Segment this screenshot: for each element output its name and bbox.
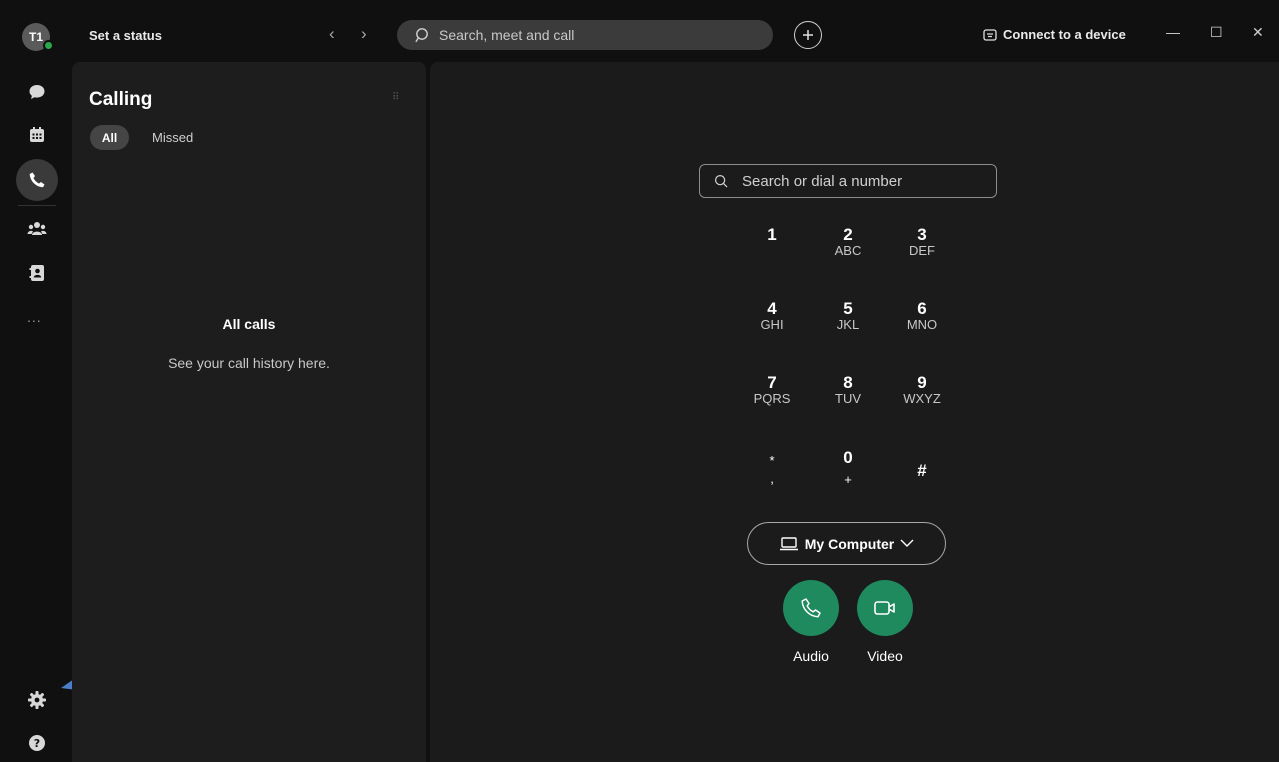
empty-state-subtitle: See your call history here. [168,355,330,371]
gear-icon[interactable] [27,690,47,710]
dialpad-key-4[interactable]: 4 GHI [747,300,797,332]
avatar-initials: T1 [28,30,43,44]
key-digit: 9 [917,373,927,392]
plus-icon [803,30,813,40]
key-digit: * [769,453,775,468]
svg-text:?: ? [34,737,40,750]
key-digit: # [917,461,927,480]
key-digit: 5 [843,299,853,318]
phone-icon[interactable] [27,170,47,190]
key-letters: WXYZ [903,391,941,406]
presence-indicator [43,40,54,51]
help-icon[interactable]: ? [27,733,47,753]
key-digit: 1 [767,225,777,244]
video-label: Video [867,648,903,664]
device-selector[interactable]: My Computer [747,522,946,565]
forward-arrow-icon[interactable]: › [361,24,367,44]
global-search-input[interactable]: Search, meet and call [397,20,773,50]
set-status-button[interactable]: Set a status [89,28,162,43]
key-letters: MNO [906,317,938,332]
dialpad-key-hash[interactable]: # [897,462,947,480]
key-digit: 3 [917,225,927,244]
connect-label: Connect to a device [1003,27,1126,42]
key-letters: + [844,472,852,487]
connect-to-device-button[interactable]: Connect to a device [983,27,1126,42]
search-icon [714,174,728,188]
device-icon [983,28,997,41]
dialpad-panel: Search or dial a number 1 2 ABC 3 DEF 4 GHI… [430,62,1279,762]
phone-icon [801,598,821,618]
video-call-button[interactable] [857,580,913,636]
new-action-button[interactable] [794,21,822,49]
close-button[interactable]: ✕ [1252,24,1264,41]
key-digit: 0 [843,448,853,467]
key-digit: 4 [767,299,777,318]
search-icon [415,28,428,43]
key-digit: 2 [843,225,853,244]
calendar-icon[interactable] [27,125,47,145]
messaging-icon[interactable] [27,82,47,102]
key-letters: JKL [836,317,860,332]
dial-search-input[interactable]: Search or dial a number [699,164,997,198]
key-letters: GHI [760,317,784,332]
tab-all[interactable]: All [90,125,129,150]
audio-label: Audio [793,648,829,664]
dialpad-key-1[interactable]: 1 [747,226,797,244]
chevron-down-icon [900,539,914,547]
dialpad-key-8[interactable]: 8 TUV [823,374,873,406]
key-letters: PQRS [753,391,791,406]
calling-panel: Calling ⠿ All Missed All calls See your … [72,62,426,762]
device-label: My Computer [804,535,895,552]
key-letters: TUV [835,391,861,406]
dialpad-key-5[interactable]: 5 JKL [823,300,873,332]
tab-missed[interactable]: Missed [152,130,193,145]
dialpad-key-star[interactable]: *, [747,452,797,488]
dial-search-placeholder: Search or dial a number [742,172,903,190]
key-letters: , [770,471,774,486]
key-letters: DEF [909,243,935,258]
key-digit: 7 [767,373,777,392]
dialpad-key-7[interactable]: 7 PQRS [747,374,797,406]
contacts-icon[interactable] [27,263,47,283]
dialpad-key-3[interactable]: 3 DEF [897,226,947,258]
laptop-icon [779,536,798,550]
panel-grip-icon[interactable]: ⠿ [392,92,399,103]
key-digit: 8 [843,373,853,392]
key-letters: ABC [834,243,862,258]
page-title: Calling [89,89,153,110]
teams-icon[interactable] [27,219,47,239]
dialpad-key-0[interactable]: 0 + [823,449,873,489]
maximize-button[interactable]: ☐ [1210,24,1223,41]
dialpad-key-2[interactable]: 2 ABC [823,226,873,258]
title-bar: T1 Set a status ‹ › Search, meet and cal… [0,0,1279,62]
dialpad-key-6[interactable]: 6 MNO [897,300,947,332]
key-digit: 6 [917,299,927,318]
tab-all-label: All [101,130,118,145]
video-camera-icon [874,601,895,615]
back-arrow-icon[interactable]: ‹ [329,24,335,44]
empty-state-title: All calls [222,316,276,332]
dialpad-key-9[interactable]: 9 WXYZ [897,374,947,406]
global-search-placeholder: Search, meet and call [439,27,575,43]
audio-call-button[interactable] [783,580,839,636]
rail-divider [18,205,56,206]
minimize-button[interactable]: — [1166,24,1180,40]
more-apps-button[interactable]: ... [27,309,42,325]
